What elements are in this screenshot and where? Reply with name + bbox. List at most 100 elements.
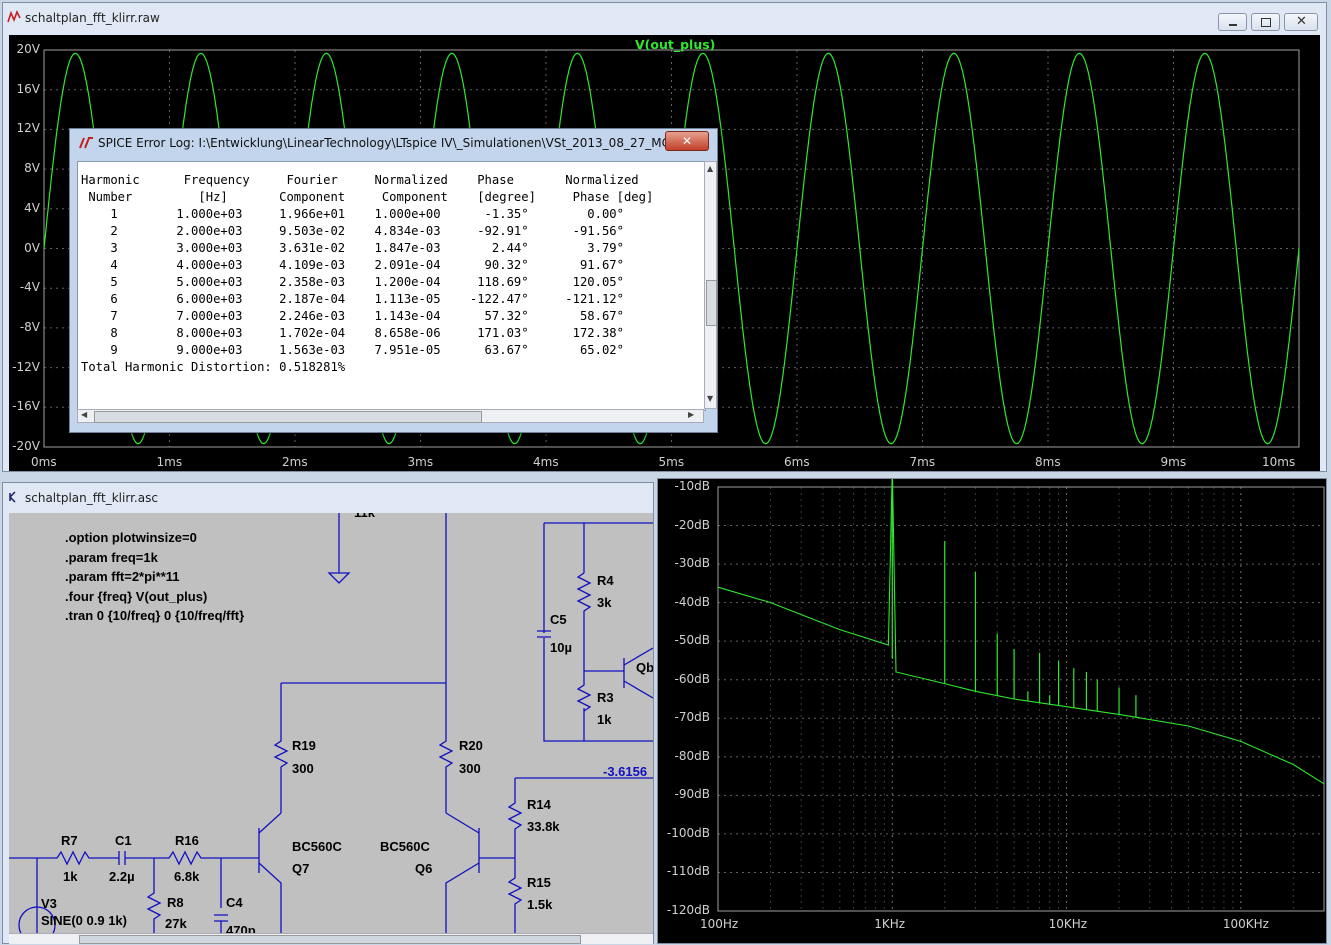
y-tick-label: -70dB [674, 710, 710, 725]
label-r4-value[interactable]: 3k [597, 595, 611, 610]
y-tick-label: -20dB [674, 517, 710, 532]
schematic-canvas[interactable]: .option plotwinsize=0 .param freq=1k .pa… [9, 513, 653, 933]
schematic-titlebar[interactable]: schaltplan_fft_klirr.asc [3, 483, 653, 513]
label-top: 11k [354, 513, 375, 520]
label-r15[interactable]: R15 [527, 875, 551, 890]
fft-window: -10dB -20dB -30dB -40dB -50dB -60dB -70dB -80dB… [657, 478, 1327, 944]
waveform-title: schaltplan_fft_klirr.raw [25, 11, 160, 25]
x-tick-label: 0ms [31, 455, 57, 469]
log-header-2: Number [Hz] Component Component [degree]… [81, 190, 654, 204]
log-row: 7 7.000e+03 2.246e-03 1.143e-04 57.32° 5… [81, 309, 624, 323]
label-r20-value[interactable]: 300 [459, 761, 481, 776]
fft-plot[interactable]: -10dB -20dB -30dB -40dB -50dB -60dB -70dB -80dB… [658, 479, 1326, 943]
label-v3-value[interactable]: SINE(0 0.9 1k) [41, 913, 127, 928]
schematic-hscroll-thumb[interactable] [79, 935, 581, 944]
label-r15-value[interactable]: 1.5k [527, 897, 552, 912]
log-row: 4 4.000e+03 4.109e-03 2.091e-04 90.32° 9… [81, 258, 624, 272]
minimize-button[interactable] [1218, 13, 1247, 31]
trace-label[interactable]: V(out_plus) [635, 37, 715, 52]
error-log-title: SPICE Error Log: I:\Entwicklung\LinearTe… [98, 136, 668, 150]
restore-icon [1261, 18, 1271, 27]
spice-error-log-dialog: SPICE Error Log: I:\Entwicklung\LinearTe… [69, 128, 718, 433]
x-tick-label: 8ms [1035, 455, 1061, 469]
x-tick-label: 5ms [658, 455, 685, 469]
label-r7[interactable]: R7 [61, 833, 78, 848]
y-tick-label: -110dB [666, 864, 710, 879]
error-log-hscrollbar[interactable]: ◀ ▶ [77, 409, 704, 423]
label-q6[interactable]: Q6 [415, 861, 432, 876]
label-r7-value[interactable]: 1k [63, 869, 77, 884]
scroll-left-icon[interactable]: ◀ [81, 410, 87, 419]
label-c5[interactable]: C5 [550, 612, 567, 627]
log-header-1: Harmonic Frequency Fourier Normalized Ph… [81, 173, 639, 187]
y-tick-label: 16V [16, 81, 40, 96]
scroll-right-icon[interactable]: ▶ [688, 410, 694, 419]
x-tick-label: 1ms [156, 455, 183, 469]
error-log-vscrollbar[interactable]: ▲ ▼ [704, 161, 717, 409]
label-qb[interactable]: Qb [636, 660, 653, 675]
label-r19-value[interactable]: 300 [292, 761, 314, 776]
hscroll-thumb[interactable] [94, 411, 482, 423]
close-button[interactable]: ✕ [1284, 13, 1318, 31]
x-tick-label: 100KHz [1222, 917, 1269, 931]
schematic-app-icon [9, 491, 16, 503]
y-tick-label: -8V [19, 319, 40, 334]
label-r20[interactable]: R20 [459, 738, 483, 753]
x-tick-label: 3ms [407, 455, 434, 469]
label-r3[interactable]: R3 [597, 690, 614, 705]
waveform-app-icon [7, 10, 21, 23]
scroll-down-icon[interactable]: ▼ [707, 394, 713, 403]
y-tick-label: -120dB [666, 903, 710, 917]
label-r14[interactable]: R14 [527, 797, 551, 812]
log-row: 6 6.000e+03 2.187e-04 1.113e-05 -122.47°… [81, 292, 624, 306]
y-tick-label: -60dB [674, 671, 710, 686]
label-q7-type[interactable]: BC560C [292, 839, 342, 854]
close-icon: ✕ [1296, 14, 1307, 29]
spice-directives[interactable]: .option plotwinsize=0 .param freq=1k .pa… [65, 528, 244, 626]
label-r19[interactable]: R19 [292, 738, 316, 753]
label-r8[interactable]: R8 [167, 895, 184, 910]
label-r4[interactable]: R4 [597, 573, 614, 588]
scroll-up-icon[interactable]: ▲ [707, 164, 713, 173]
y-tick-label: 8V [24, 161, 40, 176]
log-row: 5 5.000e+03 2.358e-03 1.200e-04 118.69° … [81, 275, 624, 289]
directive: .tran 0 {10/freq} 0 {10/freq/fft} [65, 608, 245, 623]
y-tick-label: -40dB [674, 594, 710, 609]
label-r16[interactable]: R16 [175, 833, 199, 848]
log-row: 3 3.000e+03 3.631e-02 1.847e-03 2.44° 3.… [81, 241, 624, 255]
y-tick-label: -10dB [674, 479, 710, 493]
error-log-text[interactable]: Harmonic Frequency Fourier Normalized Ph… [77, 161, 706, 411]
directive: .param fft=2*pi**11 [65, 569, 180, 584]
x-tick-label: 1KHz [874, 917, 906, 931]
y-tick-label: -4V [19, 280, 40, 295]
directive: .param freq=1k [65, 549, 158, 565]
label-c4-value[interactable]: 470p [226, 923, 256, 933]
waveform-titlebar[interactable]: schaltplan_fft_klirr.raw ✕ [3, 3, 1326, 33]
directive: .option plotwinsize=0 [65, 530, 197, 545]
minimize-icon [1229, 24, 1237, 26]
scroll-thumb[interactable] [706, 280, 717, 326]
label-r16-value[interactable]: 6.8k [174, 869, 199, 884]
restore-button[interactable] [1251, 13, 1280, 31]
y-tick-label: 12V [16, 121, 40, 136]
y-tick-label: 0V [24, 240, 40, 255]
label-q6-type[interactable]: BC560C [380, 839, 430, 854]
fft-svg[interactable] [658, 479, 1326, 943]
label-r14-value[interactable]: 33.8k [527, 819, 560, 834]
node-voltage-label[interactable]: -3.6156 [603, 764, 647, 779]
label-q7[interactable]: Q7 [292, 861, 309, 876]
label-c5-value[interactable]: 10µ [550, 640, 572, 655]
label-r8-value[interactable]: 27k [165, 916, 187, 931]
label-r3-value[interactable]: 1k [597, 712, 611, 727]
y-tick-label: -100dB [666, 825, 710, 840]
label-c1-value[interactable]: 2.2µ [109, 869, 135, 884]
label-c4[interactable]: C4 [226, 895, 243, 910]
log-row: 9 9.000e+03 1.563e-03 7.951e-05 63.67° 6… [81, 343, 624, 357]
schematic-hscrollbar[interactable] [9, 933, 653, 944]
label-c1[interactable]: C1 [115, 833, 132, 848]
x-tick-label: 7ms [909, 455, 936, 469]
log-row: 8 8.000e+03 1.702e-04 8.658e-06 171.03° … [81, 326, 624, 340]
label-v3[interactable]: V3 [41, 896, 57, 911]
schematic-window: schaltplan_fft_klirr.asc .option plotwin… [2, 482, 654, 944]
error-log-close-button[interactable]: ✕ [665, 131, 709, 151]
